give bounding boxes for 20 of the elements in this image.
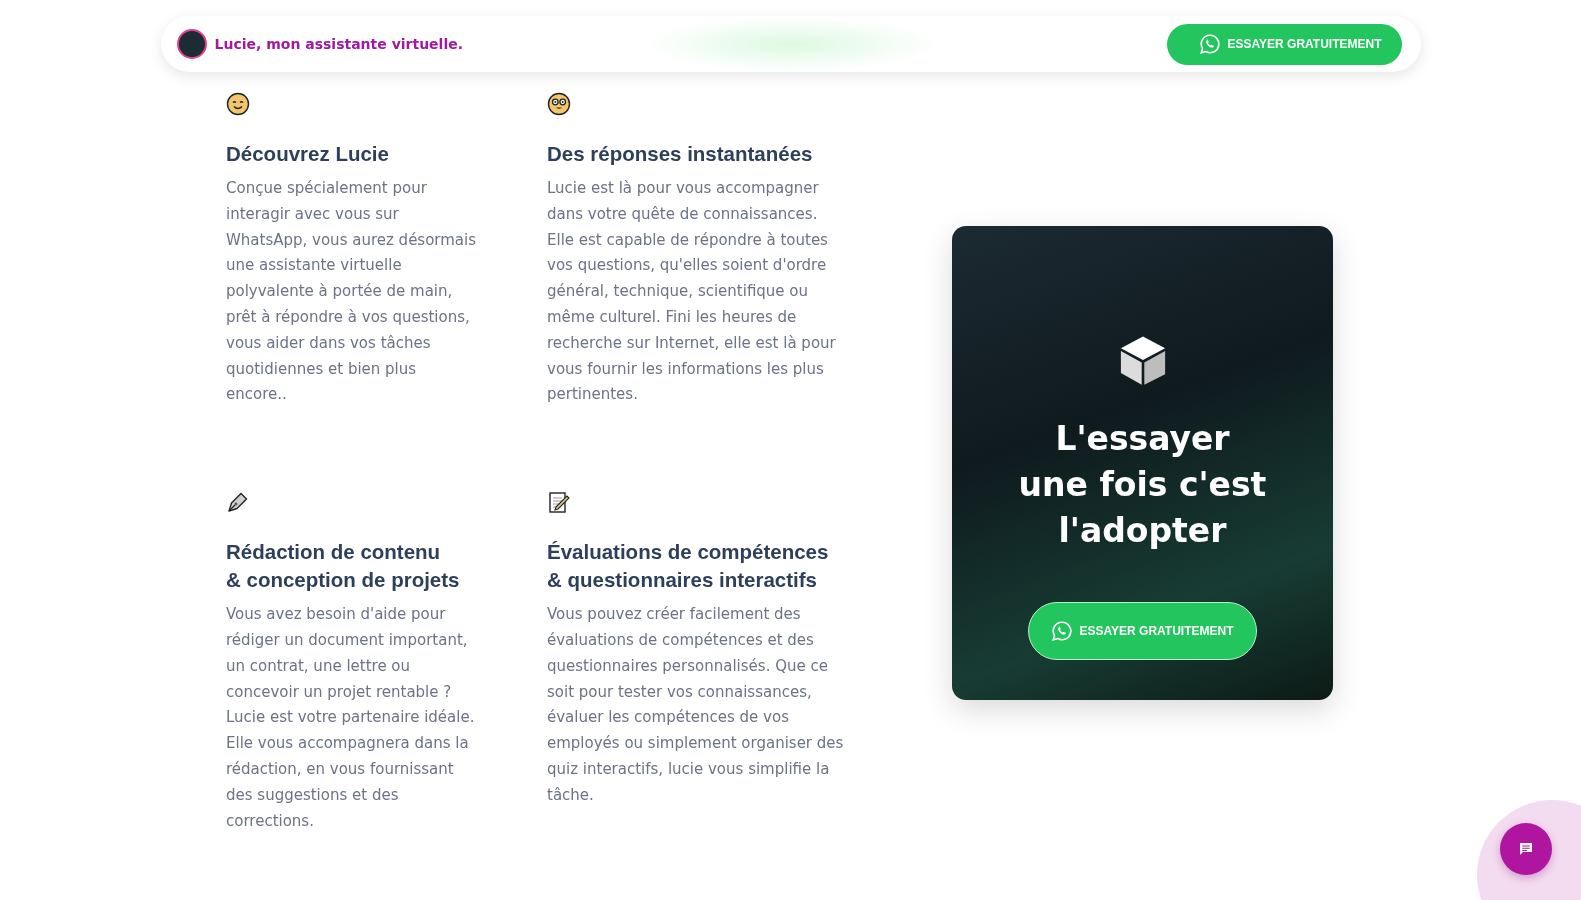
feature-heading: Rédaction de contenu & conception de projets bbox=[226, 539, 461, 594]
try-free-button[interactable]: ESSAYER GRATUITEMENT bbox=[1167, 23, 1402, 65]
brand-name[interactable]: Lucie, mon assistante virtuelle. bbox=[214, 36, 464, 52]
feature-heading: Évaluations de compétences & questionnaires interactifs bbox=[547, 539, 830, 594]
feature-description: Conçue spécialement pour interagir avec vous sur WhatsApp, vous aurez désormais une assistante virtuelle polyvalente à portée de main, prêt à répondre à vos questions, vous aider dans vos tâches quotidiennes et bien plus encore.. bbox=[226, 178, 478, 406]
memo-pencil-icon bbox=[547, 490, 571, 515]
feature-description: Vous pouvez créer facilement des évaluations de compétences et des questionnaires personnalisés. Que ce soit pour tester vos connaissances, évaluer les compétences de vos employés ou simplement organiser des quiz interactifs, lucie vous simplifie la tâche. bbox=[547, 604, 845, 806]
avatar-icon bbox=[176, 29, 207, 59]
chat-bubble-phone-icon bbox=[1199, 33, 1222, 55]
feature-heading: Des réponses instantanées bbox=[547, 141, 814, 167]
feature-description: Lucie est là pour vous accompagner dans votre quête de connaissances. Elle est capable de répondre à toutes vos questions, qu'elles soient d'ordre général, technique, scientifique ou même culturel. Fini les heures de recherche sur Internet, elle est là pour vous fournir les informations les plus pertinentes. bbox=[547, 178, 837, 406]
try-free-button[interactable]: ESSAYER GRATUITEMENT bbox=[1028, 602, 1257, 661]
smiling-face-icon bbox=[226, 92, 250, 116]
fountain-pen-icon bbox=[226, 490, 250, 515]
feature-description: Vous avez besoin d'aide pour rédiger un document important, un contrat, une lettre ou concevoir un projet rentable ? Lucie est votre partenaire idéale. Elle vous accompagnera dans la rédaction, en vous fournissant des suggestions et des corrections. bbox=[226, 604, 476, 832]
chat-bubble-phone-icon bbox=[1051, 620, 1074, 643]
feature-heading: Découvrez Lucie bbox=[226, 141, 390, 167]
promo-heading: L'essayer une fois c'est l'adopter bbox=[1018, 418, 1267, 553]
glasses-face-icon bbox=[547, 92, 571, 116]
chat-bubble-icon bbox=[1517, 840, 1535, 858]
